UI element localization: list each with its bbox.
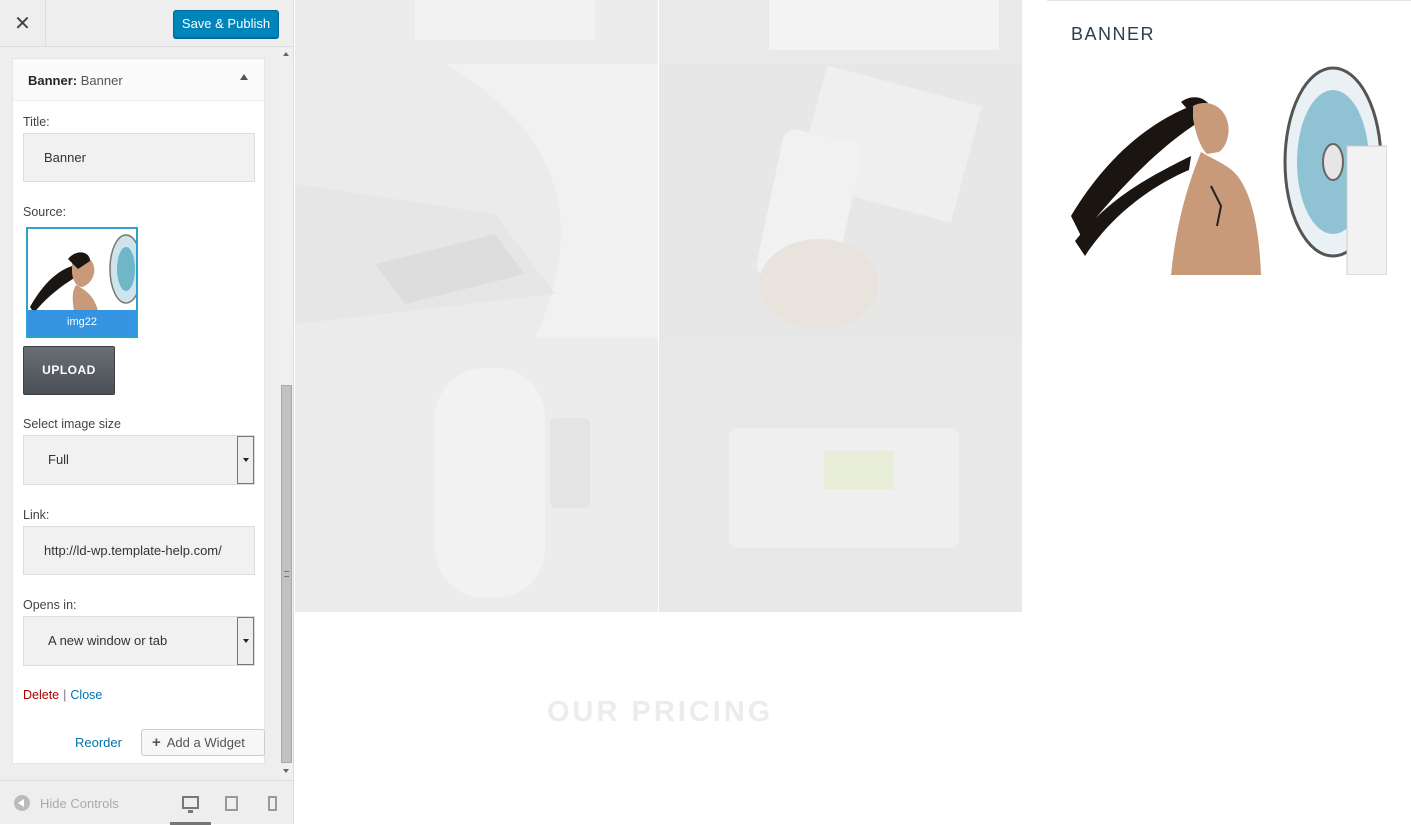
title-label: Title: (23, 115, 50, 129)
separator: | (63, 688, 67, 702)
banner-widget-title: BANNER (1071, 24, 1156, 44)
faded-image-gallery (295, 0, 1022, 612)
reorder-link[interactable]: Reorder (75, 735, 122, 750)
link-label: Link: (23, 508, 50, 522)
gallery-tile (295, 64, 658, 338)
widget-header[interactable]: Banner: Banner (13, 59, 264, 101)
widget-actions: Delete | Close (23, 688, 102, 702)
add-widget-label: Add a Widget (166, 735, 245, 750)
wall-ac-unit-image (295, 338, 658, 612)
source-image-thumbnail[interactable]: img22 (26, 227, 138, 338)
opens-in-select[interactable]: A new window or tab (23, 616, 255, 666)
hide-controls-button[interactable]: Hide Controls (14, 795, 119, 811)
widget-name: Banner (80, 73, 123, 88)
scroll-down-arrow-icon[interactable] (283, 769, 289, 773)
mobile-icon[interactable] (268, 796, 277, 811)
gallery-tile (659, 338, 1022, 612)
scroll-grip-icon (284, 571, 289, 577)
delete-link[interactable]: Delete (23, 688, 59, 702)
gallery-tile (295, 0, 658, 64)
panel-scrollbar[interactable] (280, 48, 293, 778)
ac-unit-image (295, 0, 658, 64)
close-customizer-button[interactable]: ✕ (0, 0, 46, 47)
scrollbar-thumb[interactable] (281, 385, 292, 763)
hide-controls-label: Hide Controls (40, 795, 119, 811)
thermostat-panel-image (659, 338, 1022, 612)
opens-in-label: Opens in: (23, 598, 77, 612)
collapse-arrow-icon[interactable] (240, 74, 248, 80)
gallery-tile (659, 64, 1022, 338)
save-publish-button[interactable]: Save & Publish (173, 10, 279, 38)
image-caption: img22 (28, 310, 136, 336)
chevron-down-icon[interactable] (237, 617, 254, 665)
banner-image[interactable] (1071, 66, 1387, 275)
customizer-panel: ✕ Save & Publish Banner: Banner Title: B… (0, 0, 294, 825)
site-preview: OUR PRICING BANNER (294, 0, 1411, 824)
panel-footer: Hide Controls (0, 780, 293, 825)
title-input[interactable]: Banner (23, 133, 255, 182)
remote-control-image (659, 64, 1022, 338)
source-label: Source: (23, 205, 67, 219)
image-size-select[interactable]: Full (23, 435, 255, 485)
air-conditioner-vents-image (295, 64, 658, 338)
opens-in-value: A new window or tab (48, 633, 168, 648)
image-size-label: Select image size (23, 417, 121, 431)
gallery-tile (295, 338, 658, 612)
add-widget-button[interactable]: + Add a Widget (141, 729, 265, 756)
close-icon: ✕ (14, 13, 31, 35)
widget-title: Banner: Banner (28, 73, 123, 88)
widget-type: Banner: (28, 73, 78, 88)
desktop-icon[interactable] (182, 796, 199, 813)
tablet-icon[interactable] (225, 796, 238, 811)
chevron-down-icon[interactable] (237, 436, 254, 484)
divider (1047, 0, 1411, 1)
panel-header: ✕ Save & Publish (0, 0, 293, 47)
plus-icon: + (152, 734, 161, 751)
collapse-left-icon (14, 795, 30, 811)
banner-widget: Banner: Banner Title: Banner Source: img… (12, 58, 265, 764)
upload-button[interactable]: UPLOAD (23, 346, 115, 395)
link-input[interactable]: http://ld-wp.template-help.com/ (23, 526, 255, 575)
image-size-value: Full (48, 452, 69, 467)
ac-unit-image (659, 0, 1022, 64)
gallery-tile (659, 0, 1022, 64)
section-title: OUR PRICING (547, 696, 774, 728)
preview-sidebar: BANNER (1047, 0, 1411, 824)
panel-scroll-area: Banner: Banner Title: Banner Source: img… (0, 48, 280, 778)
close-link[interactable]: Close (70, 688, 102, 702)
scroll-up-arrow-icon[interactable] (283, 52, 289, 56)
